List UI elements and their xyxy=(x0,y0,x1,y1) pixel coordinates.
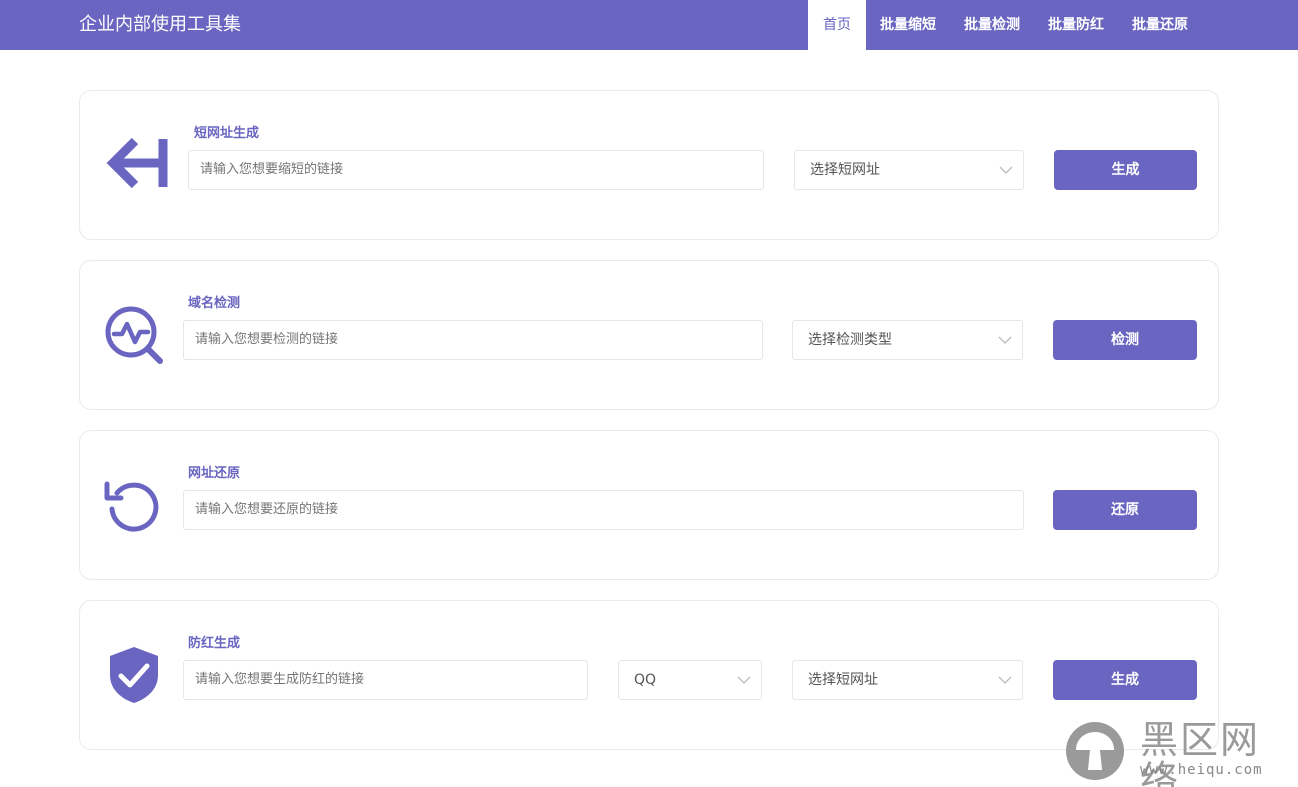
top-navbar: 企业内部使用工具集 首页 批量缩短 批量检测 批量防红 批量还原 xyxy=(0,0,1298,50)
pulse-search-icon xyxy=(105,306,163,364)
card-title: 域名检测 xyxy=(188,296,241,311)
nav-batch-restore[interactable]: 批量还原 xyxy=(1118,0,1202,50)
shield-check-icon xyxy=(110,647,158,703)
chevron-down-icon xyxy=(999,166,1013,174)
card-title: 短网址生成 xyxy=(194,126,260,141)
nav-home[interactable]: 首页 xyxy=(808,0,866,50)
antiblock-generate-button[interactable]: 生成 xyxy=(1053,660,1197,700)
undo-circle-icon xyxy=(104,481,159,532)
antiblock-service-select[interactable]: 选择短网址 xyxy=(792,660,1023,700)
card-domain-check: 域名检测 请输入您想要检测的链接 选择检测类型 检测 xyxy=(79,260,1219,410)
card-title: 防红生成 xyxy=(188,636,241,651)
check-type-select[interactable]: 选择检测类型 xyxy=(792,320,1023,360)
nav-batch-check[interactable]: 批量检测 xyxy=(950,0,1034,50)
restore-button[interactable]: 还原 xyxy=(1053,490,1197,530)
select-value: QQ xyxy=(634,672,657,688)
select-value: 选择检测类型 xyxy=(808,332,892,348)
card-url-restore: 网址还原 请输入您想要还原的链接 还原 xyxy=(79,430,1219,580)
chevron-down-icon xyxy=(998,676,1012,684)
main-nav: 首页 批量缩短 批量检测 批量防红 批量还原 xyxy=(808,0,1298,50)
select-value: 选择短网址 xyxy=(808,672,878,688)
select-value: 选择短网址 xyxy=(810,162,880,178)
short-url-input[interactable]: 请输入您想要缩短的链接 xyxy=(188,150,764,190)
generate-button[interactable]: 生成 xyxy=(1054,150,1197,190)
short-url-service-select[interactable]: 选择短网址 xyxy=(794,150,1024,190)
watermark: 黑区网络 www.heiqu.com xyxy=(1062,716,1294,787)
card-short-url: 短网址生成 请输入您想要缩短的链接 选择短网址 生成 xyxy=(79,90,1219,240)
brand-title: 企业内部使用工具集 xyxy=(79,14,241,35)
chevron-down-icon xyxy=(998,336,1012,344)
chevron-down-icon xyxy=(737,676,751,684)
domain-check-input[interactable]: 请输入您想要检测的链接 xyxy=(183,320,763,360)
card-title: 网址还原 xyxy=(188,466,241,481)
nav-batch-shorten[interactable]: 批量缩短 xyxy=(866,0,950,50)
watermark-url: www.heiqu.com xyxy=(1140,762,1263,778)
nav-batch-antiblock[interactable]: 批量防红 xyxy=(1034,0,1118,50)
card-antiblock: 防红生成 请输入您想要生成防红的链接 QQ 选择短网址 生成 xyxy=(79,600,1219,750)
restore-url-input[interactable]: 请输入您想要还原的链接 xyxy=(183,490,1024,530)
arrow-left-bar-icon xyxy=(106,137,168,189)
check-button[interactable]: 检测 xyxy=(1053,320,1197,360)
app-select[interactable]: QQ xyxy=(618,660,762,700)
mushroom-logo-icon xyxy=(1066,722,1124,780)
antiblock-url-input[interactable]: 请输入您想要生成防红的链接 xyxy=(183,660,588,700)
